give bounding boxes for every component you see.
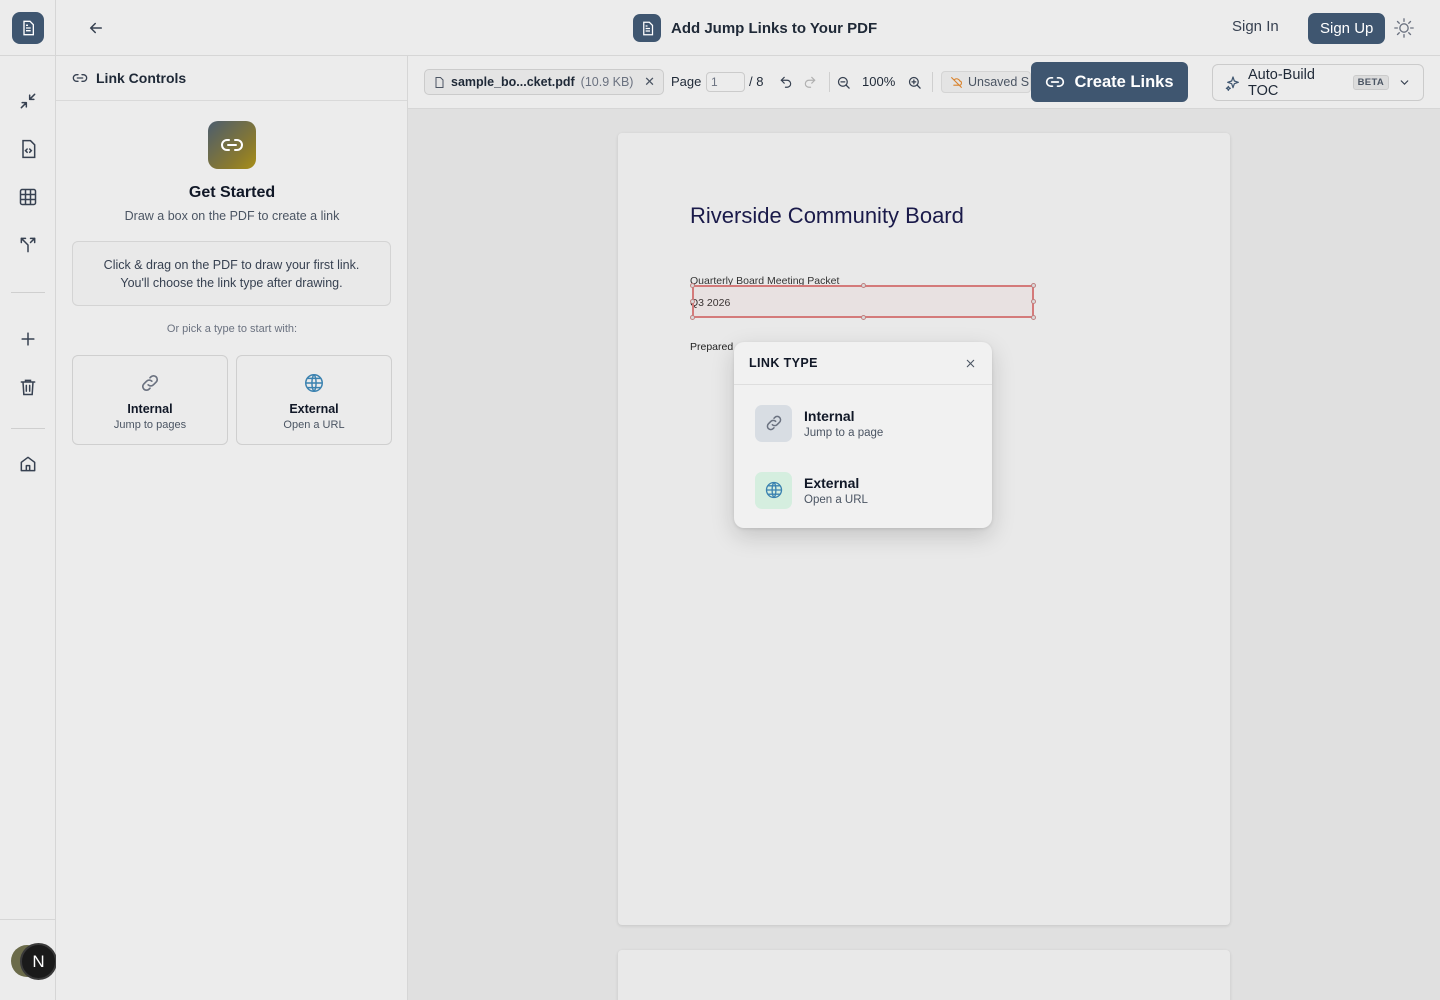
- resize-handle[interactable]: [1031, 315, 1036, 320]
- internal-option-title: Internal: [804, 407, 855, 424]
- page-title-group: Add Jump Links to Your PDF: [633, 14, 877, 42]
- file-chip[interactable]: sample_bo...cket.pdf (10.9 KB) ✕: [424, 69, 664, 95]
- toolbar-divider: [932, 72, 933, 92]
- external-link-option[interactable]: External Open a URL: [746, 462, 980, 518]
- instructions-line: You'll choose the link type after drawin…: [120, 275, 343, 290]
- pdf-page[interactable]: Riverside Community Board Quarterly Boar…: [618, 133, 1230, 925]
- code-file-icon[interactable]: [16, 137, 40, 161]
- resize-handle[interactable]: [690, 283, 695, 288]
- resize-handle[interactable]: [1031, 283, 1036, 288]
- external-option-title: External: [804, 474, 860, 491]
- internal-option-subtitle: Jump to a page: [804, 426, 884, 439]
- link-type-popup: LINK TYPE Internal Jump to a page Extern…: [734, 342, 992, 528]
- resize-handle[interactable]: [861, 283, 866, 288]
- trash-icon[interactable]: [16, 375, 40, 399]
- document-icon: [633, 14, 661, 42]
- sparkle-icon: [1225, 75, 1241, 91]
- drawn-link-box[interactable]: [690, 283, 1036, 320]
- toolbar-divider: [829, 72, 830, 92]
- chain-link-icon: [755, 404, 792, 442]
- external-type-card[interactable]: External Open a URL: [236, 355, 392, 445]
- get-started-link-icon: [208, 121, 256, 169]
- internal-link-option[interactable]: Internal Jump to a page: [746, 395, 980, 451]
- split-icon[interactable]: [16, 233, 40, 257]
- collapse-icon[interactable]: [16, 89, 40, 113]
- external-card-subtitle: Open a URL: [283, 419, 345, 431]
- get-started-title: Get Started: [188, 184, 276, 201]
- undo-icon[interactable]: [777, 73, 795, 91]
- zoom-in-icon[interactable]: [905, 73, 923, 91]
- unsaved-status-badge: Unsaved S: [941, 71, 1031, 93]
- resize-handle[interactable]: [861, 315, 866, 320]
- file-name: sample_bo...cket.pdf: [451, 75, 575, 89]
- beta-badge: BETA: [1352, 75, 1389, 90]
- rail-divider: [11, 428, 45, 429]
- chain-link-icon: [139, 372, 161, 394]
- editor-toolbar: sample_bo...cket.pdf (10.9 KB) ✕ Page / …: [408, 56, 1440, 109]
- redo-icon[interactable]: [801, 73, 819, 91]
- back-arrow-icon[interactable]: [84, 16, 108, 40]
- zoom-out-icon[interactable]: [834, 73, 852, 91]
- internal-card-subtitle: Jump to pages: [113, 419, 187, 431]
- page-title: Add Jump Links to Your PDF: [671, 19, 878, 37]
- resize-handle[interactable]: [690, 315, 695, 320]
- sun-icon[interactable]: [1392, 16, 1416, 40]
- avatar[interactable]: N: [20, 943, 57, 980]
- rail-divider: [0, 55, 56, 56]
- rail-divider: [11, 292, 45, 293]
- rail-divider: [0, 919, 56, 920]
- sign-up-button[interactable]: Sign Up: [1308, 13, 1386, 44]
- auto-build-toc-button[interactable]: Auto-Build TOC BETA: [1212, 64, 1424, 101]
- instructions-line: Click & drag on the PDF to draw your fir…: [103, 257, 360, 272]
- globe-icon: [303, 372, 325, 394]
- instructions-box: Click & drag on the PDF to draw your fir…: [72, 241, 391, 306]
- chevron-down-icon: [1398, 76, 1411, 89]
- cloud-off-icon: [950, 76, 963, 89]
- app-logo-icon[interactable]: [12, 12, 44, 44]
- close-icon[interactable]: [963, 356, 977, 370]
- left-rail: N: [0, 0, 57, 1000]
- zoom-level: 100%: [862, 74, 896, 89]
- page-label: Page: [671, 74, 702, 89]
- pdf-heading: Riverside Community Board: [690, 203, 964, 228]
- auto-build-toc-label: Auto-Build TOC: [1248, 66, 1315, 99]
- table-icon[interactable]: [16, 185, 40, 209]
- file-icon: [433, 76, 445, 89]
- page-total: / 8: [749, 74, 764, 89]
- pdf-page[interactable]: [618, 950, 1230, 1000]
- internal-card-title: Internal: [127, 402, 173, 416]
- sign-in-link[interactable]: Sign In: [1232, 18, 1279, 35]
- internal-type-card[interactable]: Internal Jump to pages: [72, 355, 228, 445]
- external-option-subtitle: Open a URL: [804, 493, 868, 506]
- close-file-icon[interactable]: ✕: [644, 74, 655, 90]
- pdf-canvas[interactable]: Riverside Community Board Quarterly Boar…: [408, 109, 1440, 1000]
- resize-handle[interactable]: [690, 299, 695, 304]
- unsaved-status-text: Unsaved S: [968, 75, 1030, 89]
- create-links-label: Create Links: [1074, 72, 1174, 91]
- panel-title: Link Controls: [96, 70, 187, 86]
- resize-handle[interactable]: [1031, 299, 1036, 304]
- file-size: (10.9 KB): [580, 75, 634, 89]
- popup-header: LINK TYPE: [734, 342, 992, 385]
- add-icon[interactable]: [16, 327, 40, 351]
- globe-icon: [755, 471, 792, 509]
- get-started-subtitle: Draw a box on the PDF to create a link: [124, 209, 340, 223]
- panel-header: Link Controls: [56, 56, 407, 101]
- link-controls-panel: Link Controls Get Started Draw a box on …: [56, 56, 408, 1000]
- create-links-button[interactable]: Create Links: [1031, 62, 1188, 102]
- top-header: Add Jump Links to Your PDF Sign In Sign …: [56, 0, 1440, 56]
- page-number-input[interactable]: [706, 72, 745, 92]
- external-card-title: External: [289, 402, 339, 416]
- pick-type-label: Or pick a type to start with:: [166, 323, 298, 335]
- pdf-prepared-text: Prepared: [690, 341, 734, 353]
- home-icon[interactable]: [16, 452, 40, 476]
- popup-title: LINK TYPE: [749, 356, 818, 370]
- link-icon: [1045, 72, 1065, 92]
- link-icon: [72, 70, 88, 86]
